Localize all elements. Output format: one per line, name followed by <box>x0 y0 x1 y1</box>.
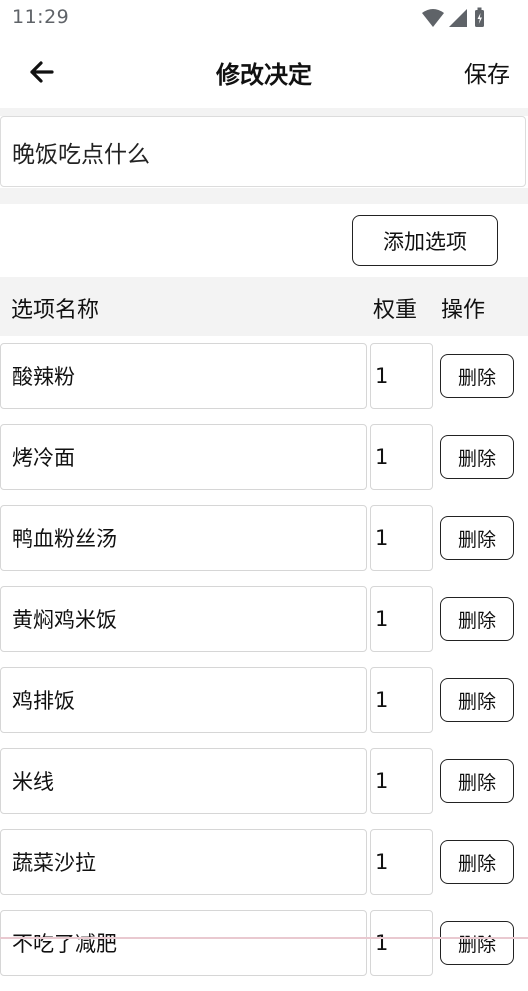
delete-option-button[interactable]: 删除 <box>440 840 514 884</box>
option-weight-input[interactable] <box>370 343 433 409</box>
option-list: 删除 删除 删除 删除 删除 删除 删除 删除 <box>0 343 528 991</box>
table-row: 删除 <box>0 343 528 424</box>
battery-icon <box>475 7 484 27</box>
option-name-input[interactable] <box>0 586 367 652</box>
table-row: 删除 <box>0 910 528 991</box>
decision-title-input[interactable] <box>0 116 526 187</box>
option-weight-input[interactable] <box>370 829 433 895</box>
option-name-input[interactable] <box>0 829 367 895</box>
delete-option-button[interactable]: 删除 <box>440 921 514 965</box>
table-header: 选项名称 权重 操作 <box>0 277 528 336</box>
option-weight-input[interactable] <box>370 667 433 733</box>
option-name-input[interactable] <box>0 910 367 976</box>
delete-option-button[interactable]: 删除 <box>440 759 514 803</box>
delete-option-button[interactable]: 删除 <box>440 678 514 722</box>
status-time: 11:29 <box>12 6 70 28</box>
option-name-input[interactable] <box>0 424 367 490</box>
option-weight-input[interactable] <box>370 586 433 652</box>
table-row: 删除 <box>0 505 528 586</box>
option-name-input[interactable] <box>0 343 367 409</box>
status-bar: 11:29 <box>0 0 528 36</box>
option-weight-input[interactable] <box>370 748 433 814</box>
option-name-input[interactable] <box>0 748 367 814</box>
save-button[interactable]: 保存 <box>464 55 510 89</box>
header-weight: 权重 <box>373 298 418 323</box>
header-action: 操作 <box>441 298 486 323</box>
wifi-icon <box>422 9 444 27</box>
table-row: 删除 <box>0 424 528 505</box>
page-title: 修改决定 <box>216 61 312 89</box>
option-weight-input[interactable] <box>370 910 433 976</box>
table-row: 删除 <box>0 829 528 910</box>
delete-option-button[interactable]: 删除 <box>440 435 514 479</box>
table-row: 删除 <box>0 667 528 748</box>
delete-option-button[interactable]: 删除 <box>440 597 514 641</box>
option-name-input[interactable] <box>0 667 367 733</box>
option-weight-input[interactable] <box>370 505 433 571</box>
header-option-name: 选项名称 <box>11 298 100 323</box>
status-icons <box>422 7 484 27</box>
table-row: 删除 <box>0 586 528 667</box>
table-row: 删除 <box>0 748 528 829</box>
option-name-input[interactable] <box>0 505 367 571</box>
app-bar: 修改决定 保存 <box>0 36 528 108</box>
delete-option-button[interactable]: 删除 <box>440 516 514 560</box>
option-weight-input[interactable] <box>370 424 433 490</box>
delete-option-button[interactable]: 删除 <box>440 354 514 398</box>
divider-band <box>0 108 528 116</box>
divider-band <box>0 188 528 204</box>
add-option-button[interactable]: 添加选项 <box>352 215 498 266</box>
signal-icon <box>449 9 467 27</box>
